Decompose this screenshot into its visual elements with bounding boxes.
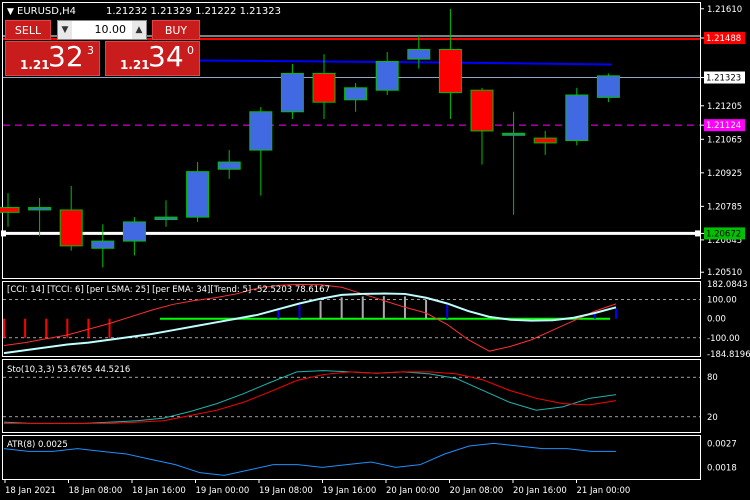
- price-tag-label: 1.21124: [706, 121, 741, 131]
- support-line-handle: [695, 230, 700, 237]
- candle-bull: [407, 49, 431, 60]
- sell-button[interactable]: SELL: [5, 20, 51, 40]
- buy-button[interactable]: BUY: [152, 20, 200, 40]
- cci-tick-label: 100.00: [707, 296, 737, 306]
- sell-price-prefix: 1.21: [20, 58, 50, 72]
- atr-pane: 0.0027 0.0018: [3, 439, 737, 476]
- candle-bull: [154, 216, 178, 221]
- time-tick-label: 18 Jan 16:00: [132, 486, 186, 496]
- atr-line: [3, 442, 616, 476]
- candle-bull: [122, 221, 146, 242]
- price-tick-label: 1.21610: [707, 5, 742, 15]
- candle-bear: [0, 207, 20, 213]
- time-axis: 18 Jan 2021 18 Jan 08:00 18 Jan 16:00 19 Ja…: [4, 479, 631, 496]
- lot-size-value: 10.00: [94, 23, 127, 36]
- chart-ohlc: 1.21232 1.21329 1.21222 1.21323: [106, 6, 281, 17]
- candle-bull: [28, 207, 52, 211]
- stoch-label: Sto(10,3,3) 53.6765 44.5216: [7, 365, 130, 375]
- time-tick-label: 19 Jan 16:00: [323, 486, 377, 496]
- cci-tick-label: 0.00: [707, 315, 726, 325]
- stoch-main-line: [3, 370, 617, 424]
- candle-bull: [249, 111, 273, 151]
- lot-decrease-icon[interactable]: ▼: [58, 21, 72, 39]
- price-tag-label: 1.21323: [706, 74, 741, 84]
- candle-bull: [91, 240, 115, 249]
- sell-price-sup: 3: [87, 44, 94, 57]
- candle-bear: [312, 72, 336, 103]
- one-click-trade-panel: SELL ▼ 10.00 ▲ BUY 1.21 32 3 1.21 34 0: [5, 20, 200, 76]
- chart-header-icon: ▼: [7, 7, 14, 17]
- atr-label: ATR(8) 0.0025: [7, 440, 68, 450]
- chart-symbol: EURUSD,H4: [17, 6, 76, 17]
- price-tick-label: 1.20510: [707, 268, 742, 278]
- atr-pane-frame: [2, 435, 701, 480]
- cci-tick-label: -100.00: [707, 334, 740, 344]
- sell-price-box[interactable]: 1.21 32 3: [5, 40, 100, 76]
- lot-increase-icon[interactable]: ▲: [132, 21, 146, 39]
- candle-bear: [59, 209, 83, 247]
- cci-tick-label: 182.0843: [707, 280, 748, 290]
- cci-label: [CCI: 14] [TCCI: 6] [per LSMA: 25] [per …: [7, 285, 330, 295]
- price-tag-label: 1.20672: [706, 229, 741, 239]
- time-tick-label: 20 Jan 16:00: [513, 486, 567, 496]
- time-tick-label: 18 Jan 08:00: [69, 486, 123, 496]
- sell-price-big: 32: [48, 40, 84, 73]
- buy-price-box[interactable]: 1.21 34 0: [105, 40, 200, 76]
- time-tick-label: 19 Jan 00:00: [196, 486, 250, 496]
- price-tick-label: 1.20785: [707, 202, 742, 212]
- buy-price-sup: 0: [187, 44, 194, 57]
- time-tick-label: 19 Jan 08:00: [259, 486, 313, 496]
- time-tick-label: 20 Jan 00:00: [386, 486, 440, 496]
- candle-bull: [280, 72, 304, 113]
- lot-size-input[interactable]: ▼ 10.00 ▲: [57, 20, 147, 40]
- stoch-tick-label: 80: [707, 373, 718, 383]
- price-tick-label: 1.21065: [707, 135, 742, 145]
- candle-bull: [217, 161, 241, 170]
- moving-average-line: [199, 59, 613, 66]
- support-line-handle: [1, 230, 6, 237]
- candle-bull: [596, 75, 620, 98]
- price-tag-label: 1.21488: [706, 34, 741, 44]
- atr-tick-label: 0.0018: [707, 463, 737, 473]
- time-tick-label: 20 Jan 08:00: [450, 486, 504, 496]
- candle-bull: [186, 171, 210, 218]
- cci-tick-label: -184.8196: [707, 350, 750, 360]
- buy-price-prefix: 1.21: [120, 58, 150, 72]
- candle-bear: [470, 89, 494, 132]
- stoch-tick-label: 20: [707, 413, 718, 423]
- time-tick-label: 18 Jan 2021: [5, 486, 56, 496]
- candle-bull: [565, 94, 589, 141]
- atr-tick-label: 0.0027: [707, 439, 737, 449]
- tcci-line: [3, 292, 617, 355]
- price-tick-label: 1.21205: [707, 102, 742, 112]
- candle-bear: [533, 137, 557, 144]
- candle-bull: [344, 87, 368, 101]
- candle-bull: [375, 60, 399, 91]
- candle-bear: [438, 49, 462, 94]
- stoch-signal-line: [4, 371, 617, 424]
- time-tick-label: 21 Jan 00:00: [577, 486, 631, 496]
- stoch-pane: 80 20: [3, 370, 718, 424]
- candle-bull: [502, 132, 526, 136]
- price-tick-label: 1.20925: [707, 169, 742, 179]
- buy-price-big: 34: [148, 40, 184, 73]
